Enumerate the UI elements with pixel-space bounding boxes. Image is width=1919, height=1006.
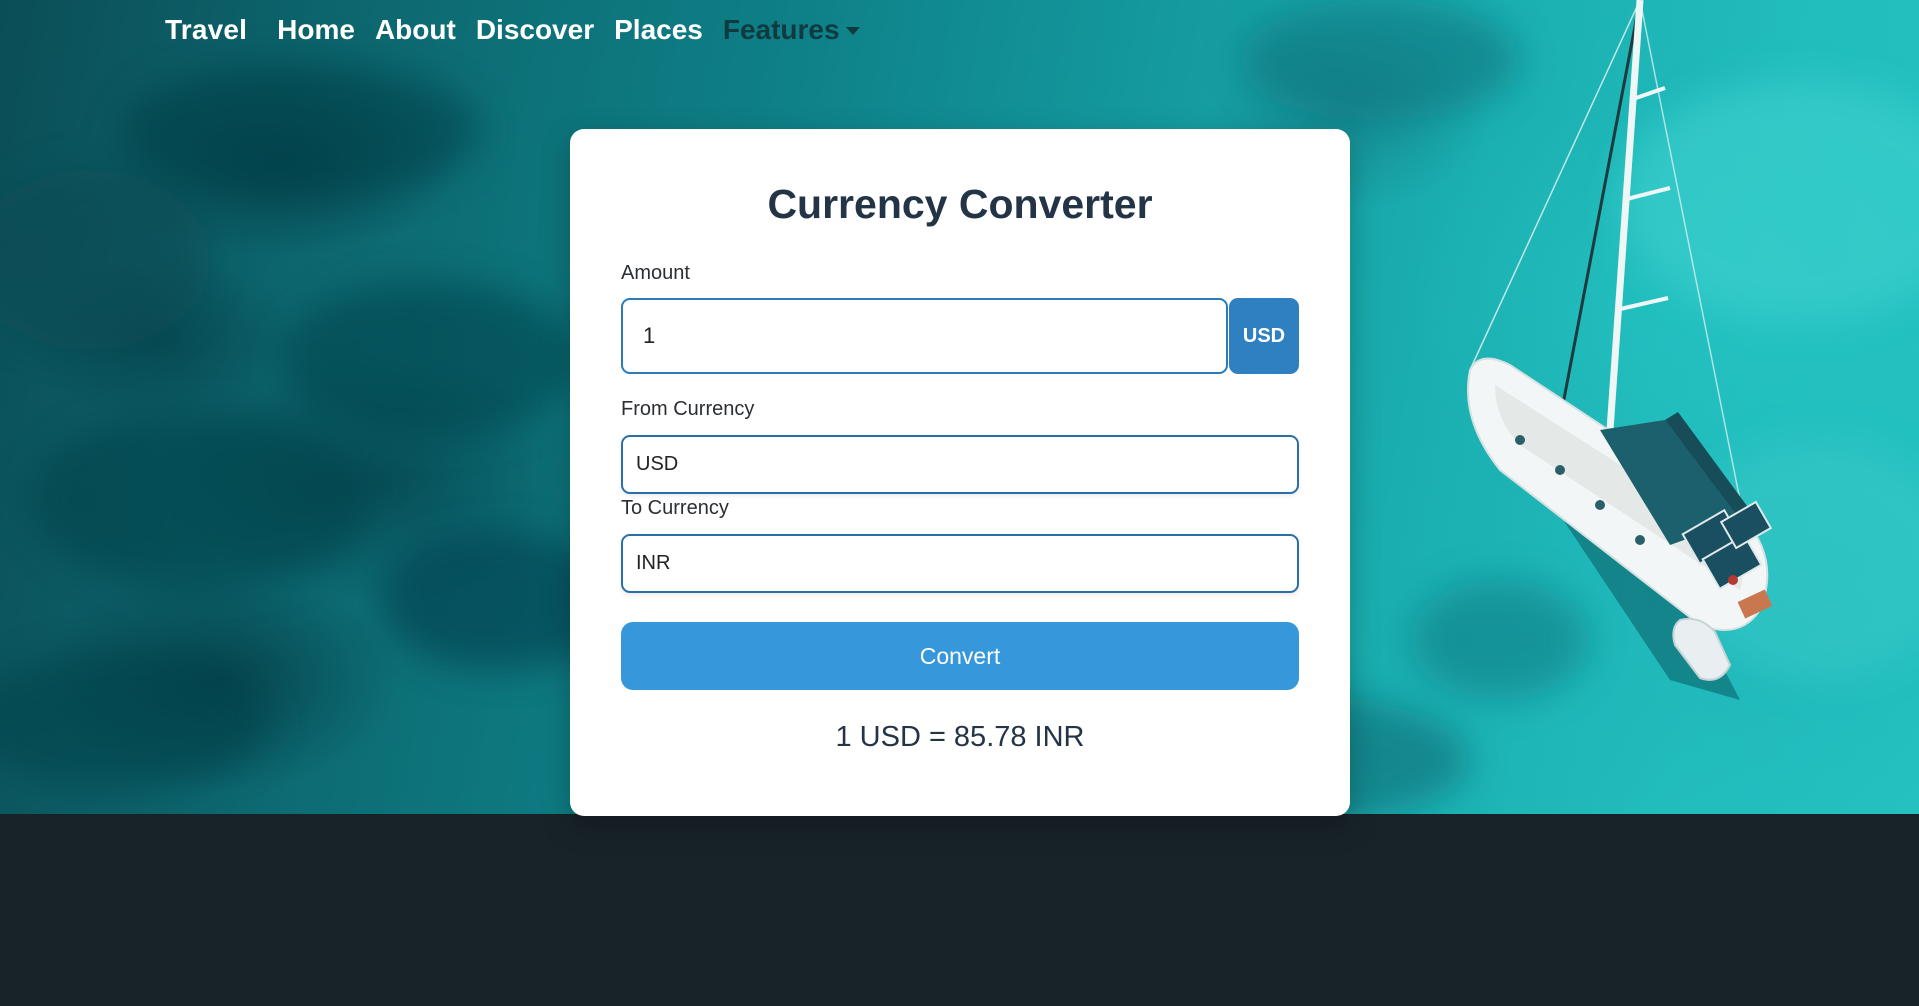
currency-converter-card: Currency Converter Amount USD From Curre…: [570, 129, 1350, 816]
caret-down-icon: [845, 27, 860, 35]
brand-logo-link[interactable]: Travel: [165, 14, 247, 46]
from-currency-label: From Currency: [621, 398, 755, 420]
nav-link-about[interactable]: About: [375, 14, 456, 46]
from-currency-value: USD: [636, 453, 679, 475]
nav-dropdown-features-label: Features: [722, 14, 840, 45]
sailboat-image: [1467, 0, 1773, 700]
amount-input-group: USD: [621, 298, 1299, 374]
top-navbar: Travel Home About Discover Places Featur…: [165, 10, 880, 50]
footer-band: [0, 814, 1919, 1006]
nav-link-home[interactable]: Home: [277, 14, 355, 46]
nav-link-discover[interactable]: Discover: [476, 14, 594, 46]
conversion-result: 1 USD = 85.78 INR: [835, 721, 1085, 753]
amount-label: Amount: [621, 262, 690, 284]
nav-link-places[interactable]: Places: [614, 14, 703, 46]
to-currency-value: INR: [636, 552, 671, 574]
nav-dropdown-features[interactable]: Features: [723, 14, 860, 46]
from-currency-select[interactable]: USD: [621, 435, 1299, 494]
page-title: Currency Converter: [767, 181, 1153, 227]
amount-input[interactable]: [621, 298, 1228, 374]
convert-button[interactable]: Convert: [621, 622, 1299, 690]
to-currency-label: To Currency: [621, 497, 729, 519]
amount-currency-badge: USD: [1229, 298, 1299, 374]
to-currency-select[interactable]: INR: [621, 534, 1299, 593]
